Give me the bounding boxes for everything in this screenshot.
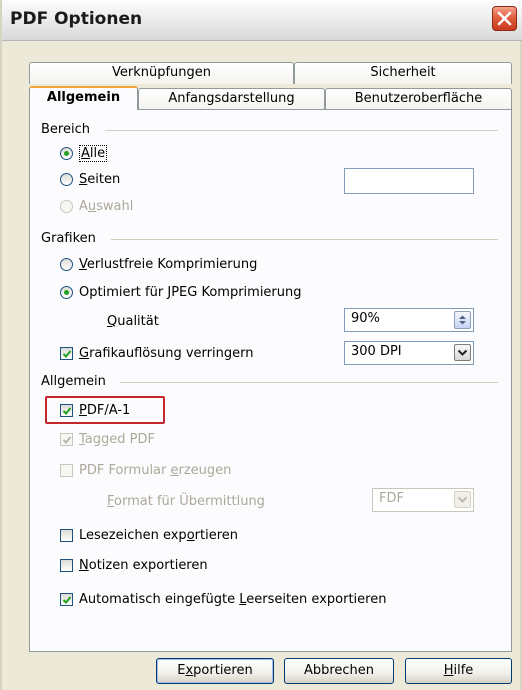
checkbox-notizen[interactable]: Notizen exportieren bbox=[60, 558, 208, 573]
tab-label: Allgemein bbox=[46, 90, 121, 105]
seiten-input[interactable] bbox=[344, 168, 474, 194]
checkbox-indicator bbox=[60, 464, 73, 477]
checkbox-indicator bbox=[60, 433, 73, 446]
tab-label: Benutzeroberfläche bbox=[354, 91, 483, 106]
export-button[interactable]: Exportieren bbox=[156, 658, 274, 684]
radio-jpeg-label: Optimiert für JPEG Komprimierung bbox=[79, 285, 302, 300]
radio-indicator bbox=[60, 147, 73, 160]
radio-alle-label: Alle bbox=[79, 145, 108, 162]
checkbox-tagged-pdf: Tagged PDF bbox=[60, 432, 155, 447]
tab-anfangsdarstellung[interactable]: Anfangsdarstellung bbox=[138, 88, 325, 110]
aufloesung-dropdown[interactable]: 300 DPI bbox=[344, 341, 474, 365]
radio-seiten-label: Seiten bbox=[79, 172, 121, 187]
qualitaet-label: Qualität bbox=[107, 314, 159, 329]
radio-indicator bbox=[60, 200, 73, 213]
help-button[interactable]: Hilfe bbox=[405, 658, 512, 684]
section-heading-grafiken: Grafiken bbox=[41, 231, 96, 246]
checkbox-indicator bbox=[60, 593, 73, 606]
qualitaet-value: 90% bbox=[351, 311, 380, 326]
section-divider bbox=[105, 130, 498, 131]
tab-verknuepfungen[interactable]: Verknüpfungen bbox=[29, 62, 294, 84]
checkbox-aufloesung[interactable]: Grafikauflösung verringern bbox=[60, 346, 253, 361]
checkbox-indicator bbox=[60, 529, 73, 542]
section-divider bbox=[120, 382, 498, 383]
aufloesung-value: 300 DPI bbox=[351, 344, 402, 359]
cancel-button-label: Abbrechen bbox=[303, 663, 375, 678]
checkbox-indicator bbox=[60, 559, 73, 572]
tab-sicherheit[interactable]: Sicherheit bbox=[294, 62, 512, 84]
checkmark-icon bbox=[62, 407, 72, 415]
checkbox-tagged-pdf-label: Tagged PDF bbox=[79, 432, 155, 447]
cancel-button[interactable]: Abbrechen bbox=[284, 658, 394, 684]
export-button-label: Exportieren bbox=[177, 663, 253, 678]
spinner-arrows-icon[interactable] bbox=[454, 311, 471, 329]
tab-label: Anfangsdarstellung bbox=[168, 91, 295, 106]
radio-auswahl: Auswahl bbox=[60, 199, 133, 214]
close-icon bbox=[497, 11, 512, 26]
title-bar: PDF Optionen bbox=[2, 0, 522, 41]
radio-verlustfrei-label: Verlustfreie Komprimierung bbox=[79, 257, 258, 272]
checkbox-formular-label: PDF Formular erzeugen bbox=[79, 463, 232, 478]
radio-jpeg[interactable]: Optimiert für JPEG Komprimierung bbox=[60, 285, 302, 300]
radio-auswahl-label: Auswahl bbox=[79, 199, 134, 214]
checkbox-aufloesung-label: Grafikauflösung verringern bbox=[79, 346, 254, 361]
tab-benutzeroberflaeche[interactable]: Benutzeroberfläche bbox=[325, 88, 512, 110]
chevron-down-icon[interactable] bbox=[454, 344, 471, 361]
checkbox-pdfa[interactable]: PDF/A-1 bbox=[60, 403, 130, 418]
format-value: FDF bbox=[379, 491, 404, 506]
section-heading-allgemein: Allgemein bbox=[41, 374, 106, 389]
format-label: Format für Übermittlung bbox=[107, 494, 265, 509]
checkmark-icon bbox=[62, 350, 72, 358]
checkbox-indicator bbox=[60, 347, 73, 360]
radio-verlustfrei[interactable]: Verlustfreie Komprimierung bbox=[60, 257, 257, 272]
tab-label: Sicherheit bbox=[370, 65, 436, 80]
format-dropdown: FDF bbox=[372, 488, 474, 512]
section-divider bbox=[111, 239, 498, 240]
tab-allgemein[interactable]: Allgemein bbox=[29, 86, 138, 110]
qualitaet-spinbox[interactable]: 90% bbox=[344, 308, 474, 332]
window-title: PDF Optionen bbox=[10, 9, 143, 29]
checkbox-lesezeichen-label: Lesezeichen exportieren bbox=[79, 528, 239, 543]
radio-indicator bbox=[60, 258, 73, 271]
checkbox-leerseiten[interactable]: Automatisch eingefügte Leerseiten export… bbox=[60, 592, 386, 607]
tab-label: Verknüpfungen bbox=[111, 65, 212, 80]
section-heading-bereich: Bereich bbox=[41, 122, 90, 137]
help-button-label: Hilfe bbox=[443, 663, 474, 678]
checkbox-formular: PDF Formular erzeugen bbox=[60, 463, 231, 478]
radio-indicator bbox=[60, 286, 73, 299]
chevron-down-icon bbox=[454, 491, 471, 508]
radio-indicator bbox=[60, 173, 73, 186]
checkbox-lesezeichen[interactable]: Lesezeichen exportieren bbox=[60, 528, 238, 543]
checkmark-icon bbox=[62, 436, 72, 444]
checkmark-icon bbox=[62, 596, 72, 604]
radio-alle[interactable]: Alle bbox=[60, 145, 108, 162]
checkbox-pdfa-label: PDF/A-1 bbox=[79, 403, 131, 418]
radio-seiten[interactable]: Seiten bbox=[60, 172, 120, 187]
checkbox-notizen-label: Notizen exportieren bbox=[79, 558, 208, 573]
close-button[interactable] bbox=[492, 6, 517, 31]
pdf-options-dialog: PDF Optionen Verknüpfungen Sicherheit Al… bbox=[0, 0, 522, 690]
checkbox-leerseiten-label: Automatisch eingefügte Leerseiten export… bbox=[79, 592, 387, 607]
checkbox-indicator bbox=[60, 404, 73, 417]
